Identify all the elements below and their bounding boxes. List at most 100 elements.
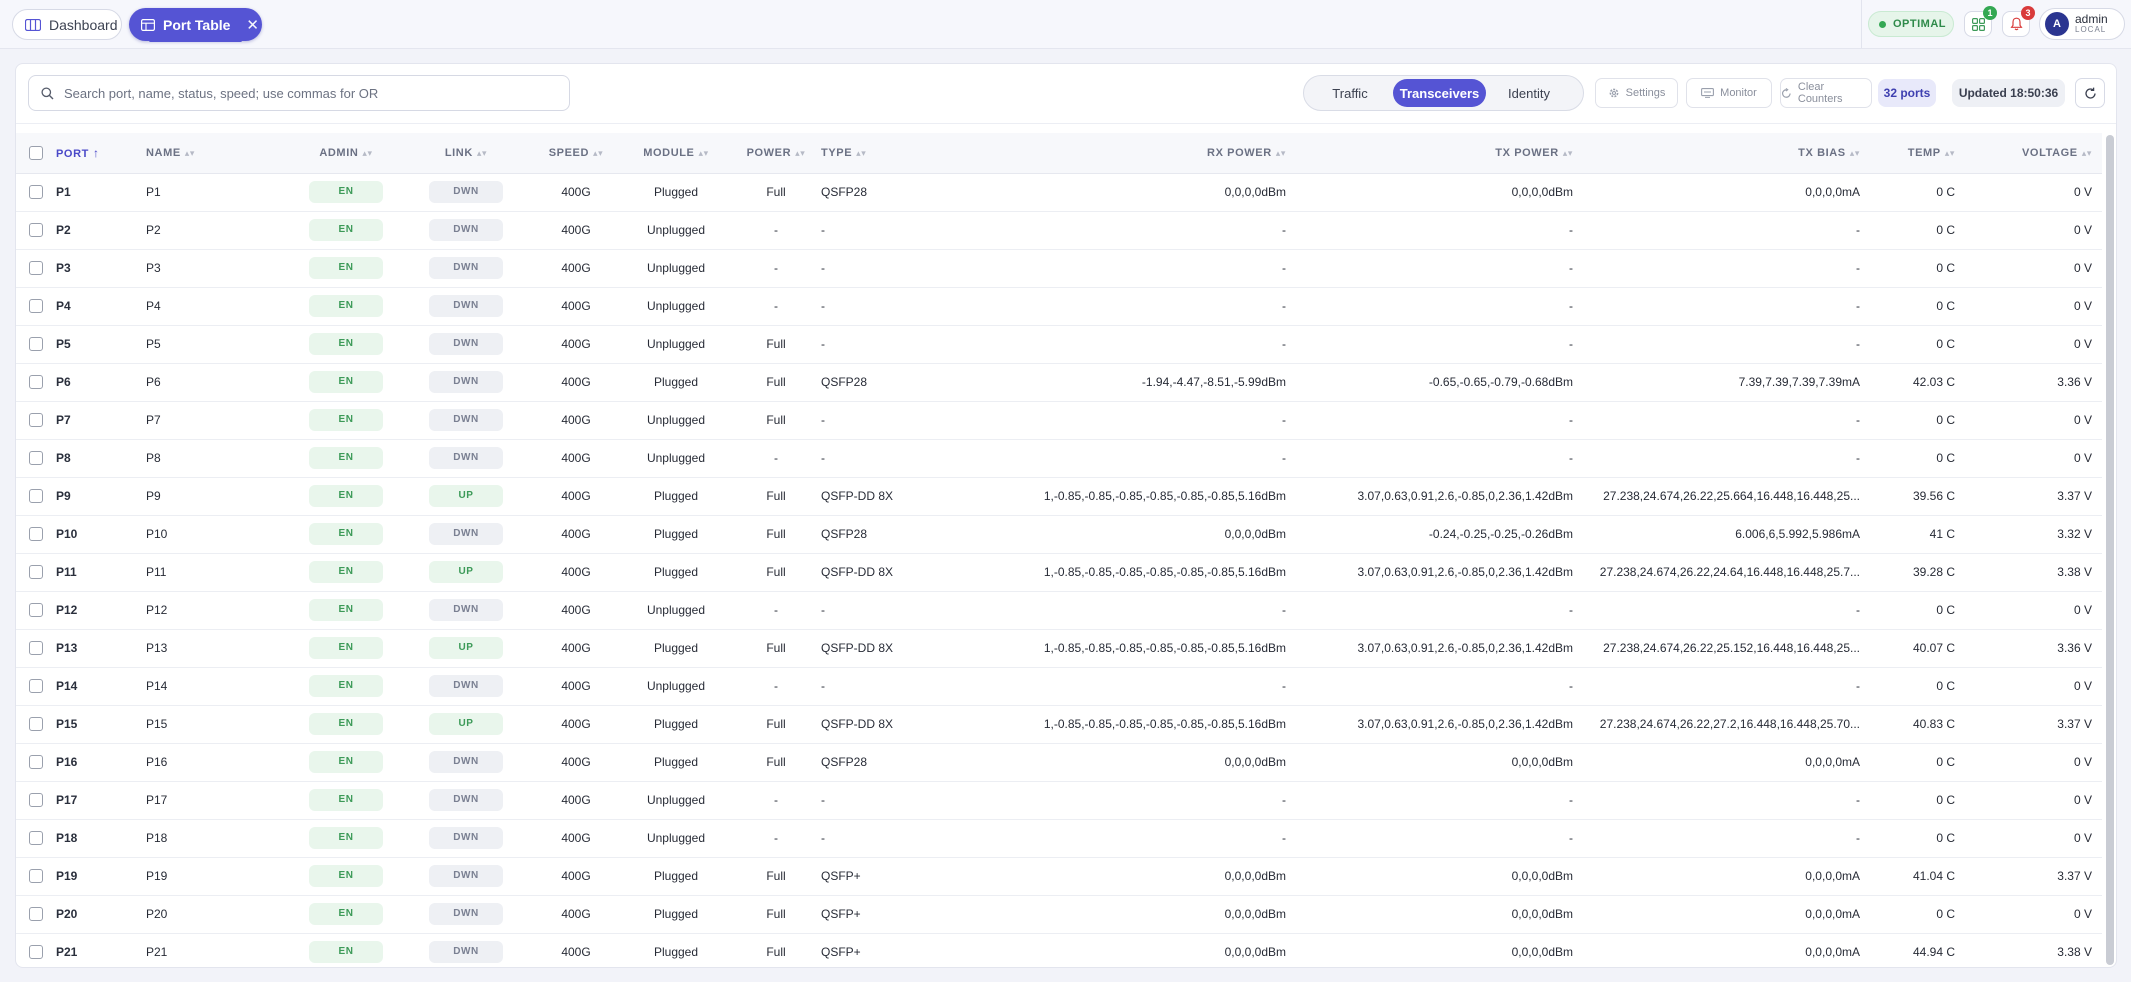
table-row[interactable]: P11 P11 EN UP 400G Plugged Full QSFP-DD 8X 1,-0.… <box>16 553 2102 592</box>
row-checkbox[interactable] <box>29 185 43 200</box>
column-header-type[interactable]: TYPE ▴▾ <box>821 133 916 174</box>
reset-icon <box>1781 87 1791 98</box>
row-checkbox[interactable] <box>29 793 43 808</box>
table-row[interactable]: P6 P6 EN DWN 400G Plugged Full QSFP28 -1.94,-4.4… <box>16 363 2102 402</box>
column-header-temp[interactable]: TEMP ▴▾ <box>1870 133 1965 174</box>
row-checkbox[interactable] <box>29 337 43 352</box>
temp-cell: 0 C <box>1870 401 1965 440</box>
table-row[interactable]: P17 P17 EN DWN 400G Unplugged - - - - -0 C0 V <box>16 781 2102 820</box>
row-select-cell <box>16 629 56 668</box>
table-row[interactable]: P10 P10 EN DWN 400G Plugged Full QSFP28 0,0,0,0d… <box>16 515 2102 554</box>
module-cell: Plugged <box>621 629 731 668</box>
speed-cell: 400G <box>531 553 621 592</box>
tx-bias-cell: - <box>1583 819 1870 858</box>
row-checkbox[interactable] <box>29 945 43 960</box>
row-select-cell <box>16 477 56 516</box>
clear-counters-button[interactable]: Clear Counters <box>1780 78 1872 108</box>
row-checkbox[interactable] <box>29 223 43 238</box>
column-tx-bias-label: TX BIAS <box>1798 146 1846 159</box>
tx-power-cell: 3.07,0.63,0.91,2.6,-0.85,0,2.36,1.42dBm <box>1296 629 1583 668</box>
tx-bias-cell: - <box>1583 287 1870 326</box>
row-select-cell <box>16 363 56 402</box>
vertical-scrollbar[interactable] <box>2106 135 2114 965</box>
table-row[interactable]: P12 P12 EN DWN 400G Unplugged - - - - -0 C0 V <box>16 591 2102 630</box>
table-row[interactable]: P4 P4 EN DWN 400G Unplugged - - - - -0 C0 V <box>16 287 2102 326</box>
column-header-link[interactable]: LINK ▴▾ <box>401 133 531 174</box>
table-row[interactable]: P2 P2 EN DWN 400G Unplugged - - - - -0 C0 V <box>16 211 2102 250</box>
row-checkbox[interactable] <box>29 489 43 504</box>
row-checkbox[interactable] <box>29 869 43 884</box>
refresh-button[interactable] <box>2075 78 2105 108</box>
notifications-button[interactable]: 3 <box>2002 6 2035 37</box>
admin-cell: EN <box>291 325 401 364</box>
search-box[interactable] <box>28 75 570 111</box>
view-transceivers[interactable]: Transceivers <box>1393 79 1486 107</box>
search-input[interactable] <box>64 85 544 101</box>
column-header-rx-power[interactable]: RX POWER ▴▾ <box>916 133 1296 174</box>
table-row[interactable]: P7 P7 EN DWN 400G Unplugged Full - - - -0 C0 V <box>16 401 2102 440</box>
type-cell: QSFP-DD 8X <box>821 705 916 744</box>
table-row[interactable]: P3 P3 EN DWN 400G Unplugged - - - - -0 C0 V <box>16 249 2102 288</box>
row-checkbox[interactable] <box>29 679 43 694</box>
row-checkbox[interactable] <box>29 565 43 580</box>
row-select-cell <box>16 211 56 250</box>
view-traffic[interactable]: Traffic <box>1307 79 1393 107</box>
table-row[interactable]: P8 P8 EN DWN 400G Unplugged - - - - -0 C0 V <box>16 439 2102 478</box>
table-row[interactable]: P1 P1 EN DWN 400G Plugged Full QSFP28 0,0,0,0dBm… <box>16 173 2102 212</box>
tab-port-table[interactable]: Port Table ✕ <box>129 8 262 41</box>
column-header-module[interactable]: MODULE ▴▾ <box>621 133 731 174</box>
row-checkbox[interactable] <box>29 413 43 428</box>
column-port-label: PORT <box>56 147 89 160</box>
row-checkbox[interactable] <box>29 717 43 732</box>
column-header-speed[interactable]: SPEED ▴▾ <box>531 133 621 174</box>
row-checkbox[interactable] <box>29 641 43 656</box>
column-header-name[interactable]: NAME ▴▾ <box>146 133 291 174</box>
row-checkbox[interactable] <box>29 907 43 922</box>
table-row[interactable]: P21 P21 EN DWN 400G Plugged Full QSFP+ 0,0,0,0dB… <box>16 933 2102 967</box>
row-select-cell <box>16 591 56 630</box>
row-checkbox[interactable] <box>29 261 43 276</box>
column-header-voltage[interactable]: VOLTAGE ▴▾ <box>1965 133 2102 174</box>
name-cell: P6 <box>146 363 291 402</box>
link-status-badge: UP <box>429 713 503 735</box>
table-row[interactable]: P5 P5 EN DWN 400G Unplugged Full - - - -0 C0 V <box>16 325 2102 364</box>
temp-cell: 41.04 C <box>1870 857 1965 896</box>
table-row[interactable]: P15 P15 EN UP 400G Plugged Full QSFP-DD 8X 1,-0.… <box>16 705 2102 744</box>
column-header-tx-bias[interactable]: TX BIAS ▴▾ <box>1583 133 1870 174</box>
row-checkbox[interactable] <box>29 603 43 618</box>
table-row[interactable]: P9 P9 EN UP 400G Plugged Full QSFP-DD 8X 1,-0.85… <box>16 477 2102 516</box>
column-header-admin[interactable]: ADMIN ▴▾ <box>291 133 401 174</box>
apps-button[interactable]: 1 <box>1964 6 1997 37</box>
admin-cell: EN <box>291 173 401 212</box>
voltage-cell: 0 V <box>1965 667 2102 706</box>
row-checkbox[interactable] <box>29 451 43 466</box>
table-row[interactable]: P14 P14 EN DWN 400G Unplugged - - - - -0 C0 V <box>16 667 2102 706</box>
settings-button[interactable]: Settings <box>1595 78 1678 108</box>
monitor-button[interactable]: Monitor <box>1686 78 1772 108</box>
tx-bias-cell: 27.238,24.674,26.22,27.2,16.448,16.448,2… <box>1583 705 1870 744</box>
table-row[interactable]: P20 P20 EN DWN 400G Plugged Full QSFP+ 0,0,0,0dB… <box>16 895 2102 934</box>
table-row[interactable]: P18 P18 EN DWN 400G Unplugged - - - - -0 C0 V <box>16 819 2102 858</box>
column-header-port[interactable]: PORT ↑ <box>56 133 146 174</box>
row-checkbox[interactable] <box>29 527 43 542</box>
user-menu[interactable]: A admin LOCAL <box>2039 8 2125 40</box>
tab-dashboard[interactable]: Dashboard <box>12 9 122 40</box>
tx-bias-cell: 0,0,0,0mA <box>1583 895 1870 934</box>
system-status-badge[interactable]: OPTIMAL <box>1868 11 1954 37</box>
select-all-checkbox[interactable] <box>29 145 43 160</box>
table-row[interactable]: P13 P13 EN UP 400G Plugged Full QSFP-DD 8X 1,-0.… <box>16 629 2102 668</box>
row-checkbox[interactable] <box>29 299 43 314</box>
close-tab-icon[interactable]: ✕ <box>246 16 259 34</box>
table-row[interactable]: P19 P19 EN DWN 400G Plugged Full QSFP+ 0,0,0,0dB… <box>16 857 2102 896</box>
view-identity[interactable]: Identity <box>1486 79 1572 107</box>
row-checkbox[interactable] <box>29 831 43 846</box>
rx-power-cell: - <box>916 249 1296 288</box>
row-checkbox[interactable] <box>29 755 43 770</box>
rx-power-cell: - <box>916 287 1296 326</box>
table-row[interactable]: P16 P16 EN DWN 400G Plugged Full QSFP28 0,0,0,0d… <box>16 743 2102 782</box>
column-header-power[interactable]: POWER ▴▾ <box>731 133 821 174</box>
column-header-tx-power[interactable]: TX POWER ▴▾ <box>1296 133 1583 174</box>
tx-power-cell: 3.07,0.63,0.91,2.6,-0.85,0,2.36,1.42dBm <box>1296 705 1583 744</box>
sort-icon: ▴▾ <box>1849 147 1860 158</box>
row-checkbox[interactable] <box>29 375 43 390</box>
